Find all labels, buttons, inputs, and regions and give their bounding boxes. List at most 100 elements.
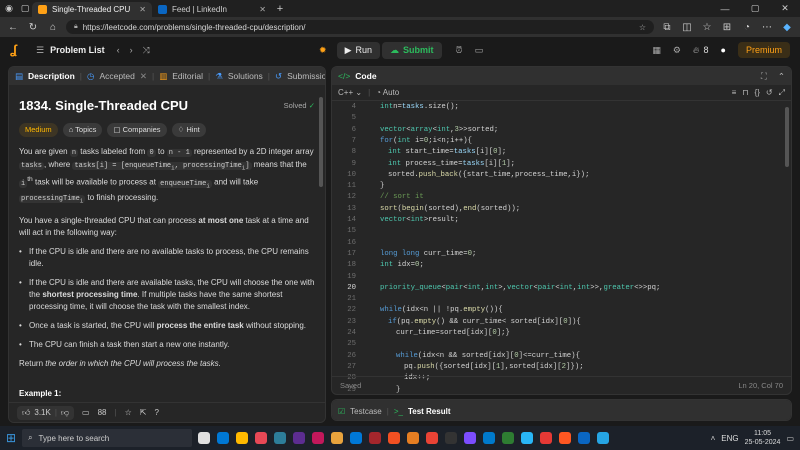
taskbar-app-icon[interactable] xyxy=(521,432,534,444)
problem-list-icon[interactable]: ☰ xyxy=(36,45,44,56)
code-scrollbar[interactable] xyxy=(785,107,789,167)
taskbar-app-icon[interactable] xyxy=(578,432,591,444)
tray-chevron-icon[interactable]: ˄ xyxy=(711,434,716,443)
user-avatar[interactable]: ● xyxy=(721,45,726,55)
notifications-icon[interactable]: ▭ xyxy=(786,434,794,443)
submit-button[interactable]: ☁ Submit xyxy=(382,41,442,59)
code-tab[interactable]: Code xyxy=(355,71,376,81)
back-icon[interactable]: ← xyxy=(6,22,20,33)
maximize-panel-icon[interactable]: ⛶ xyxy=(761,71,767,82)
taskbar-app-icon[interactable] xyxy=(274,432,287,444)
close-tab-icon[interactable]: ✕ xyxy=(259,5,266,14)
prev-problem-icon[interactable]: ‹ xyxy=(117,45,120,55)
premium-button[interactable]: Premium xyxy=(737,42,790,58)
run-button[interactable]: ▶ Run xyxy=(336,41,381,59)
notes-icon[interactable]: ▭ xyxy=(475,45,484,56)
code-editor[interactable]: 4 intn=tasks.size(); 5 6 vector<array<int,3>… xyxy=(332,101,791,394)
line-number: 27 xyxy=(347,362,356,371)
taskbar-app-icon[interactable] xyxy=(350,432,363,444)
taskbar-app-icon[interactable] xyxy=(331,432,344,444)
description-scrollbar[interactable] xyxy=(319,97,323,187)
taskbar-app-icon[interactable] xyxy=(426,432,439,444)
taskbar-search[interactable]: ⌕ Type here to search xyxy=(22,429,193,447)
browser-tab-linkedin[interactable]: Feed | LinkedIn ✕ xyxy=(152,2,272,17)
close-tab-icon[interactable]: ✕ xyxy=(139,5,146,14)
new-tab-button[interactable]: + xyxy=(272,3,288,15)
home-icon[interactable]: ⌂ xyxy=(46,22,60,33)
auto-mode[interactable]: ◔ Auto xyxy=(376,88,399,97)
tab-test-result[interactable]: Test Result xyxy=(408,407,451,416)
taskbar-app-icon[interactable] xyxy=(464,432,477,444)
share-icon[interactable]: ⇱ xyxy=(140,408,147,417)
profile-avatar-icon[interactable]: ◔ xyxy=(740,22,754,33)
star-icon[interactable]: ☆ xyxy=(639,23,646,32)
close-tab-icon[interactable]: ✕ xyxy=(140,71,147,82)
minimize-icon[interactable]: — xyxy=(710,4,740,14)
collections-icon[interactable]: ⊞ xyxy=(720,22,734,33)
more-icon[interactable]: ⋯ xyxy=(760,22,774,33)
taskbar-app-icon[interactable] xyxy=(255,432,268,444)
fullscreen-icon[interactable]: ⤢ xyxy=(779,88,785,98)
difficulty-badge[interactable]: Medium xyxy=(19,123,58,137)
hint-chip[interactable]: ♢ Hint xyxy=(171,123,206,137)
tab-submissions[interactable]: Submissions xyxy=(287,71,325,81)
taskbar-app-icon[interactable] xyxy=(369,432,382,444)
settings-icon[interactable]: ⚙ xyxy=(673,45,681,56)
leetcode-logo-icon[interactable]: ʆ xyxy=(10,43,24,57)
next-problem-icon[interactable]: › xyxy=(130,45,133,55)
extensions-icon[interactable]: ⧉ xyxy=(660,22,674,33)
tab-editorial[interactable]: Editorial xyxy=(172,71,203,81)
like-button[interactable]: 👍︎ 3.1K | 👎︎ xyxy=(17,405,75,420)
help-icon[interactable]: ? xyxy=(154,408,158,417)
taskbar-app-icon[interactable] xyxy=(502,432,515,444)
taskbar-app-icon[interactable] xyxy=(293,432,306,444)
maximize-icon[interactable]: ▢ xyxy=(740,3,770,14)
favorites-icon[interactable]: ☆ xyxy=(700,22,714,33)
profile-icon[interactable]: ◉ xyxy=(0,3,18,14)
thumbs-down-icon[interactable]: 👎︎ xyxy=(61,408,69,418)
taskbar-app-icon[interactable] xyxy=(559,432,572,444)
language-indicator[interactable]: ENG xyxy=(721,434,738,443)
taskbar-app-icon[interactable] xyxy=(483,432,496,444)
tab-solutions[interactable]: Solutions xyxy=(228,71,263,81)
windows-start-icon[interactable]: ⊞ xyxy=(6,431,16,445)
taskbar-app-icon[interactable] xyxy=(407,432,420,444)
shuffle-icon[interactable]: ⤨ xyxy=(143,45,150,56)
description-footer: 👍︎ 3.1K | 👎︎ ▭ 88 | ☆ ⇱ ? xyxy=(9,402,325,422)
tab-actions-icon[interactable]: ▢ xyxy=(18,3,32,14)
format-icon[interactable]: ≡ xyxy=(732,88,737,97)
collapse-panel-icon[interactable]: ⌃ xyxy=(778,71,785,82)
debug-icon[interactable]: ✹ xyxy=(319,45,327,56)
topics-chip[interactable]: ⌂ Topics xyxy=(62,123,103,137)
taskbar-app-icon[interactable] xyxy=(198,432,211,444)
split-screen-icon[interactable]: ◫ xyxy=(680,22,694,33)
language-select[interactable]: C++ ⌄ xyxy=(338,88,362,97)
clock[interactable]: 11:05 25-05-2024 xyxy=(745,429,781,447)
taskbar-app-icon[interactable] xyxy=(445,432,458,444)
taskbar-app-icon[interactable] xyxy=(236,432,249,444)
taskbar-app-icon[interactable] xyxy=(540,432,553,444)
layout-icon[interactable]: ▦ xyxy=(652,45,661,56)
copilot-icon[interactable]: ◆ xyxy=(780,22,794,33)
browser-tab-leetcode[interactable]: Single-Threaded CPU - LeetCode ✕ xyxy=(32,2,152,17)
reset-icon[interactable]: ↺ xyxy=(766,88,773,97)
timer-icon[interactable]: ⏰︎ xyxy=(456,45,463,56)
streak-fire-icon[interactable]: 🔥︎ xyxy=(693,45,700,56)
tab-accepted[interactable]: Accepted xyxy=(99,71,134,81)
refresh-icon[interactable]: ↻ xyxy=(26,22,40,33)
tab-description[interactable]: Description xyxy=(28,71,75,81)
url-field[interactable]: 🔒︎ https://leetcode.com/problems/single-… xyxy=(66,20,654,34)
comment-icon[interactable]: ▭ xyxy=(82,408,90,417)
taskbar-app-icon[interactable] xyxy=(597,432,610,444)
taskbar-app-icon[interactable] xyxy=(388,432,401,444)
taskbar-app-icon[interactable] xyxy=(312,432,325,444)
problem-list-link[interactable]: Problem List xyxy=(50,45,105,55)
favorite-star-icon[interactable]: ☆ xyxy=(125,408,132,417)
companies-chip[interactable]: ▢ Companies xyxy=(107,123,167,137)
bookmark-icon[interactable]: ⊓ xyxy=(742,88,748,97)
taskbar-app-icon[interactable] xyxy=(217,432,230,444)
braces-icon[interactable]: {} xyxy=(755,88,760,97)
tab-testcase[interactable]: Testcase xyxy=(350,407,382,416)
close-window-icon[interactable]: ✕ xyxy=(770,3,800,14)
search-placeholder: Type here to search xyxy=(38,433,110,443)
